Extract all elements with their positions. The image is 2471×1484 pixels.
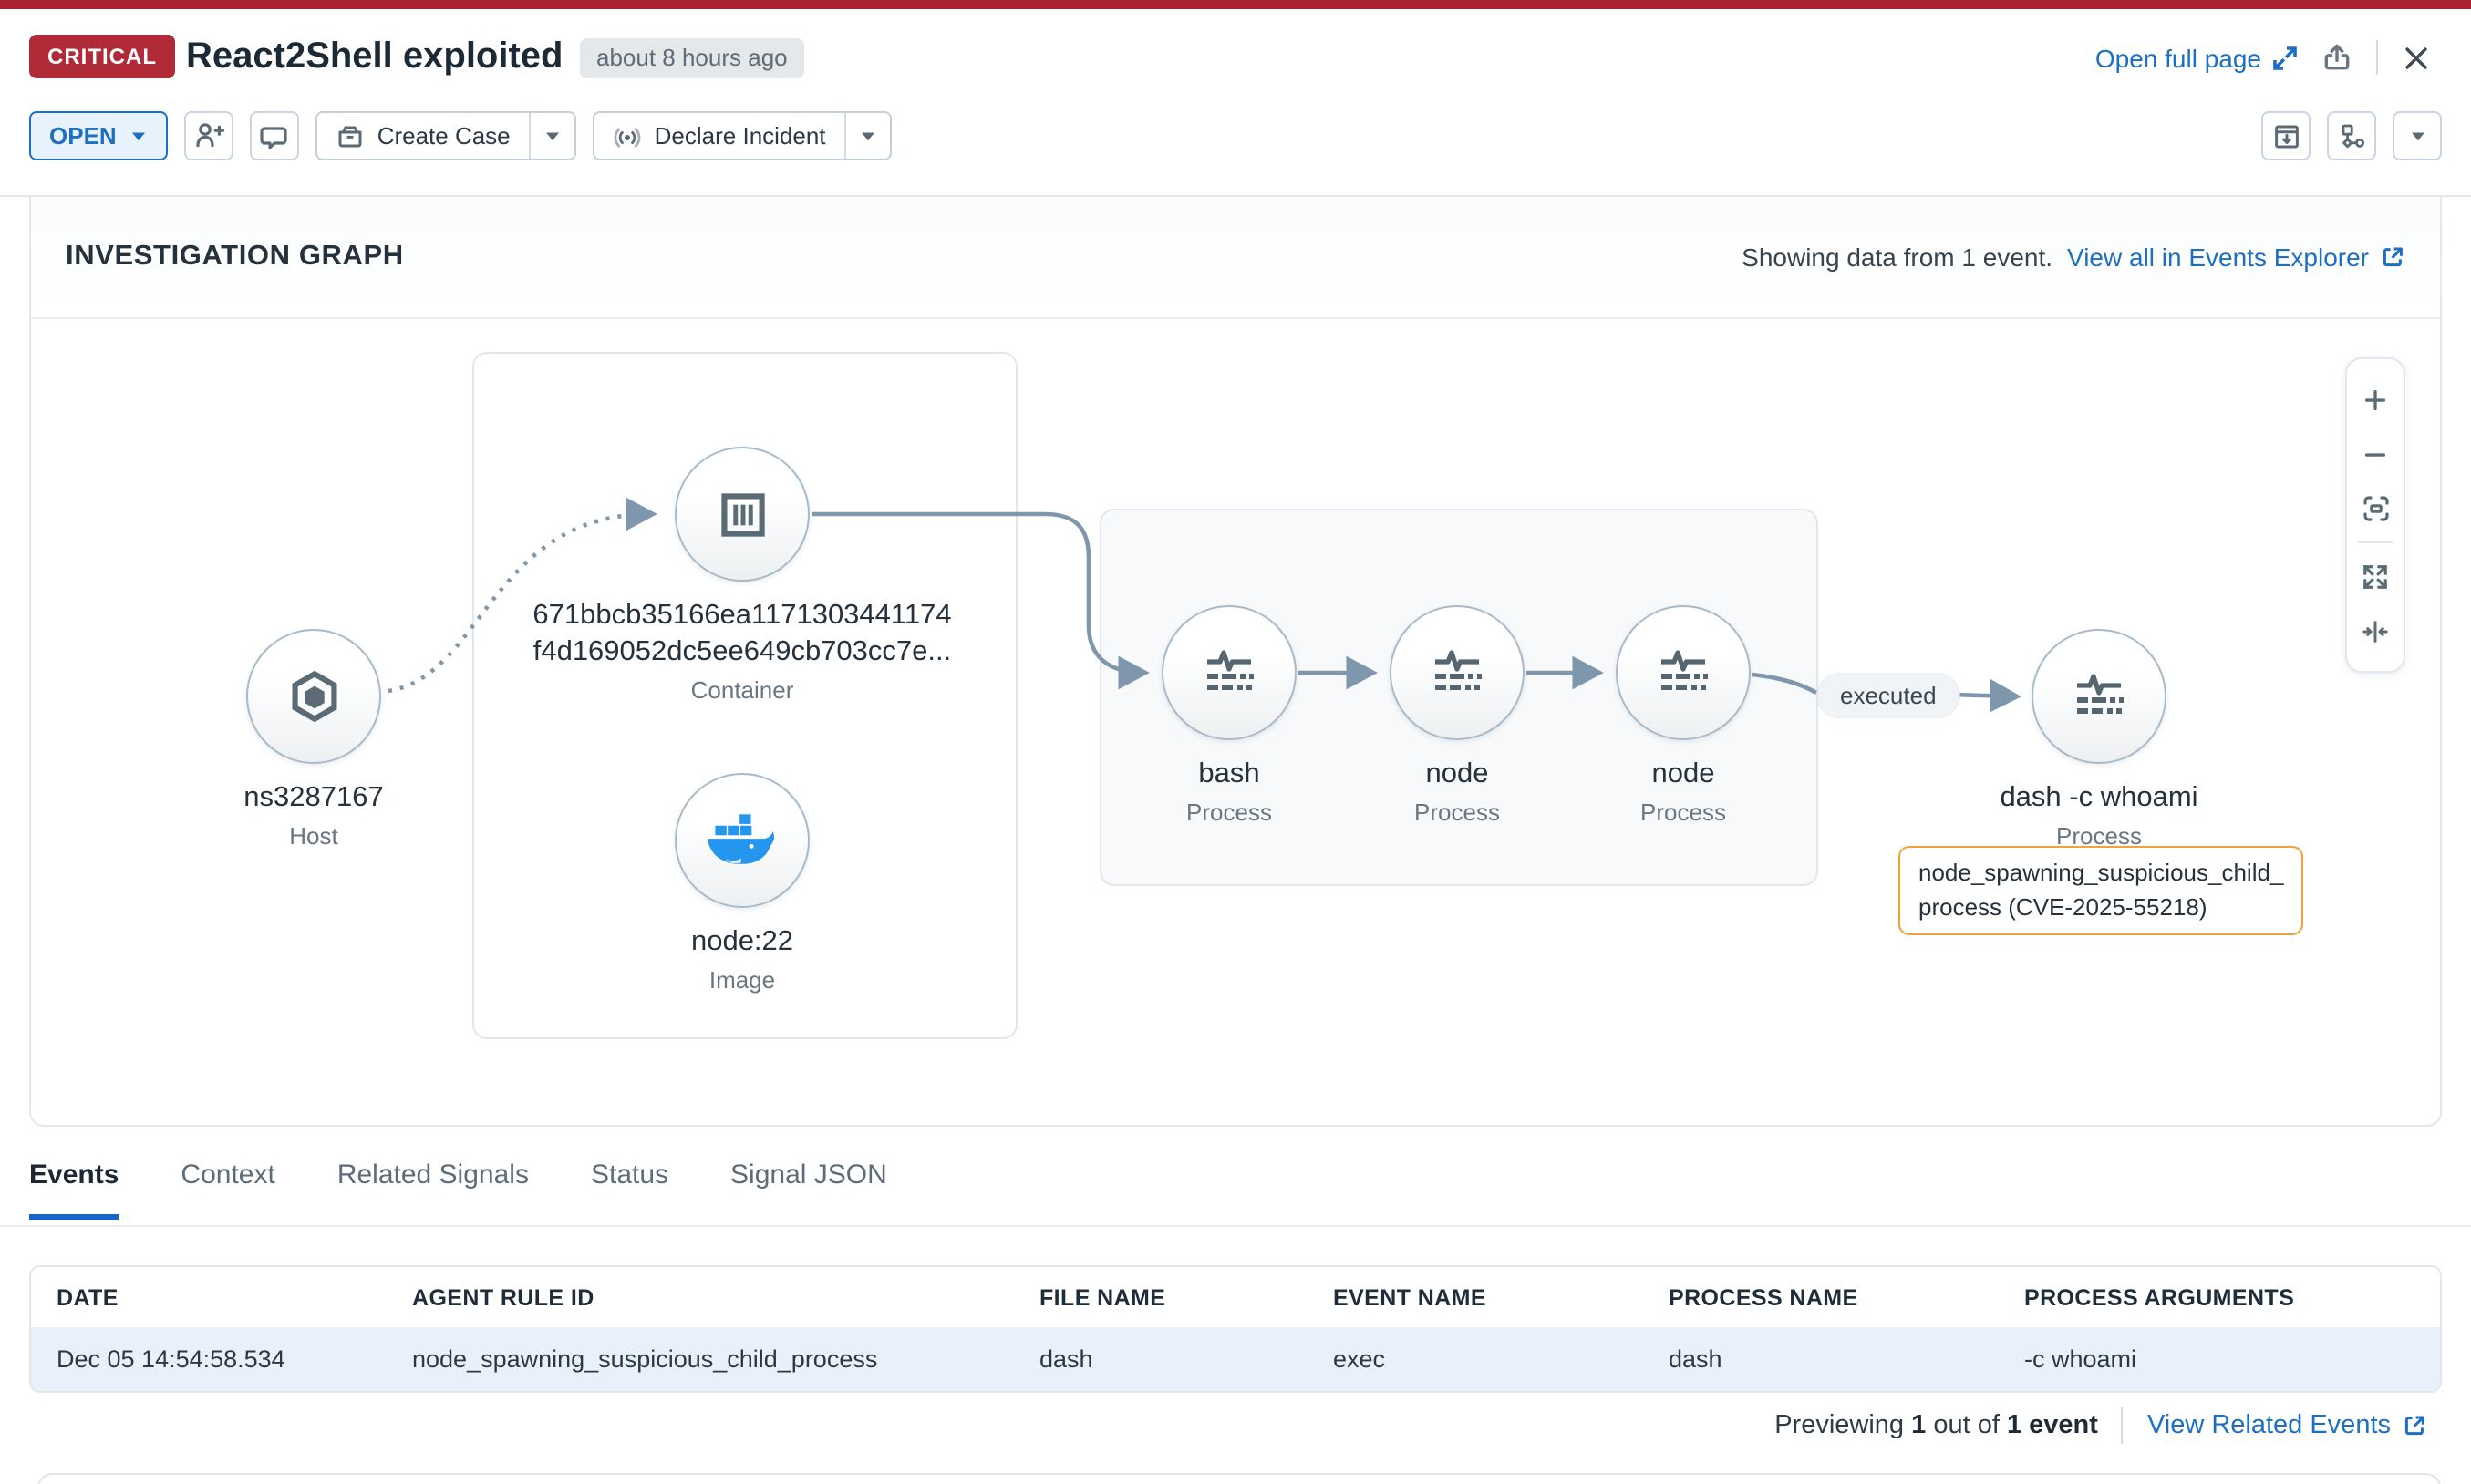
column-header-file-name: FILE NAME [1014, 1284, 1308, 1310]
docker-whale-icon [704, 808, 781, 873]
declare-incident-label: Declare Incident [655, 122, 826, 149]
view-related-events-label: View Related Events [2147, 1411, 2391, 1440]
incident-siren-icon [613, 121, 642, 150]
chat-bubble-icon [260, 121, 289, 150]
graph-canvas[interactable]: ns3287167 Host 671bbcb3 [31, 319, 2440, 1125]
fit-to-screen-button[interactable] [2345, 481, 2405, 536]
detail-tabs: Events Context Related Signals Status Si… [29, 1159, 887, 1220]
tab-events[interactable]: Events [29, 1159, 119, 1220]
export-button[interactable] [2261, 111, 2311, 160]
threat-rule-line1: node_spawning_suspicious_child_ [1918, 857, 2283, 891]
process-icon [1652, 642, 1714, 704]
more-actions-dropdown[interactable] [2393, 111, 2442, 160]
workflow-icon [2337, 121, 2366, 150]
next-section-card [36, 1473, 2442, 1484]
share-icon[interactable] [2321, 42, 2352, 73]
tabs-divider [0, 1225, 2471, 1227]
investigation-graph-panel: INVESTIGATION GRAPH Showing data from 1 … [29, 197, 2442, 1127]
view-all-events-label: View all in Events Explorer [2067, 242, 2369, 272]
showing-data-text: Showing data from 1 event. [1742, 242, 2052, 272]
footer-divider [2122, 1407, 2124, 1444]
create-case-label: Create Case [377, 122, 511, 149]
cell-agent-rule-id: node_spawning_suspicious_child_process [387, 1345, 1014, 1373]
declare-incident-button-group: Declare Incident [593, 111, 892, 160]
expand-graph-button[interactable] [2345, 549, 2405, 603]
graph-node-host[interactable]: ns3287167 Host [95, 629, 532, 850]
tab-signal-json[interactable]: Signal JSON [730, 1159, 887, 1220]
image-type: Image [709, 966, 775, 994]
host-hexagon-icon [282, 665, 346, 728]
container-name-line2: f4d169052dc5ee649cb703cc7e... [532, 634, 951, 671]
image-name: node:22 [691, 924, 793, 961]
status-label: OPEN [49, 122, 117, 149]
external-link-icon [2380, 244, 2405, 270]
close-icon[interactable] [2402, 43, 2431, 72]
column-header-process-arguments: PROCESS ARGUMENTS [1999, 1284, 2440, 1310]
events-footer: Previewing 1 out of 1 event View Related… [1774, 1407, 2427, 1444]
assign-user-button[interactable] [184, 111, 233, 160]
cell-event-name: exec [1308, 1345, 1643, 1373]
column-header-agent-rule-id: AGENT RULE ID [387, 1284, 1014, 1310]
column-header-date: DATE [31, 1284, 387, 1310]
graph-zoom-toolbar [2345, 357, 2405, 673]
create-case-button-group: Create Case [315, 111, 576, 160]
header-divider [2376, 40, 2378, 75]
cell-process-name: dash [1643, 1345, 1999, 1373]
toolbar-divider [2358, 541, 2393, 543]
declare-incident-dropdown[interactable] [844, 113, 890, 159]
collapse-horizontal-button[interactable] [2345, 603, 2405, 658]
zoom-out-button[interactable] [2345, 427, 2405, 481]
events-table: DATE AGENT RULE ID FILE NAME EVENT NAME … [29, 1265, 2442, 1393]
view-all-events-link[interactable]: View all in Events Explorer [2067, 242, 2405, 272]
cell-date: Dec 05 14:54:58.534 [31, 1345, 387, 1373]
tab-status[interactable]: Status [591, 1159, 668, 1220]
process-type: Process [1640, 799, 1726, 826]
signal-title: React2Shell exploited [186, 36, 563, 78]
severity-badge: CRITICAL [29, 35, 175, 78]
archive-download-icon [2271, 121, 2300, 150]
threat-rule-line2: process (CVE-2025-55218) [1918, 891, 2283, 924]
column-header-event-name: EVENT NAME [1308, 1284, 1643, 1310]
view-related-events-link[interactable]: View Related Events [2147, 1411, 2427, 1440]
investigation-graph-title: INVESTIGATION GRAPH [66, 241, 404, 273]
host-type: Host [289, 822, 337, 850]
comment-button[interactable] [250, 111, 299, 160]
process-name: node [1652, 757, 1715, 793]
column-header-process-name: PROCESS NAME [1643, 1284, 1999, 1310]
signal-timestamp: about 8 hours ago [580, 38, 804, 78]
external-link-icon [2402, 1413, 2427, 1438]
security-signal-panel: CRITICAL React2Shell exploited about 8 h… [0, 0, 2471, 1484]
graph-node-image[interactable]: node:22 Image [523, 773, 961, 994]
person-add-icon [193, 120, 224, 151]
process-name: dash -c whoami [2000, 780, 2197, 817]
create-case-button[interactable]: Create Case [317, 113, 529, 159]
host-name: ns3287167 [243, 780, 383, 817]
graph-node-process-dash[interactable]: dash -c whoami Process [1880, 629, 2318, 850]
workflow-button[interactable] [2327, 111, 2376, 160]
threat-rule-tag[interactable]: node_spawning_suspicious_child_ process … [1898, 846, 2303, 935]
zoom-in-button[interactable] [2345, 372, 2405, 427]
cell-process-arguments: -c whoami [1999, 1345, 2440, 1373]
expand-icon [2272, 45, 2298, 70]
tab-related-signals[interactable]: Related Signals [337, 1159, 529, 1220]
graph-node-container[interactable]: 671bbcb35166ea1171303441174 f4d169052dc5… [523, 447, 961, 704]
declare-incident-button[interactable]: Declare Incident [594, 113, 844, 159]
severity-top-bar [0, 0, 2471, 9]
events-table-header: DATE AGENT RULE ID FILE NAME EVENT NAME … [31, 1267, 2440, 1327]
tab-context[interactable]: Context [181, 1159, 274, 1220]
status-dropdown-button[interactable]: OPEN [29, 111, 168, 160]
cell-file-name: dash [1014, 1345, 1308, 1373]
container-type: Container [691, 676, 794, 704]
open-full-page-link[interactable]: Open full page [2095, 43, 2298, 72]
container-icon [710, 482, 774, 546]
container-name-line1: 671bbcb35166ea1171303441174 [532, 598, 951, 634]
open-full-page-label: Open full page [2095, 43, 2261, 72]
process-icon [2068, 665, 2130, 727]
previewing-text: Previewing 1 out of 1 event [1774, 1411, 2098, 1440]
table-row[interactable]: Dec 05 14:54:58.534 node_spawning_suspic… [31, 1327, 2440, 1391]
case-icon [336, 121, 365, 150]
create-case-dropdown[interactable] [529, 113, 574, 159]
